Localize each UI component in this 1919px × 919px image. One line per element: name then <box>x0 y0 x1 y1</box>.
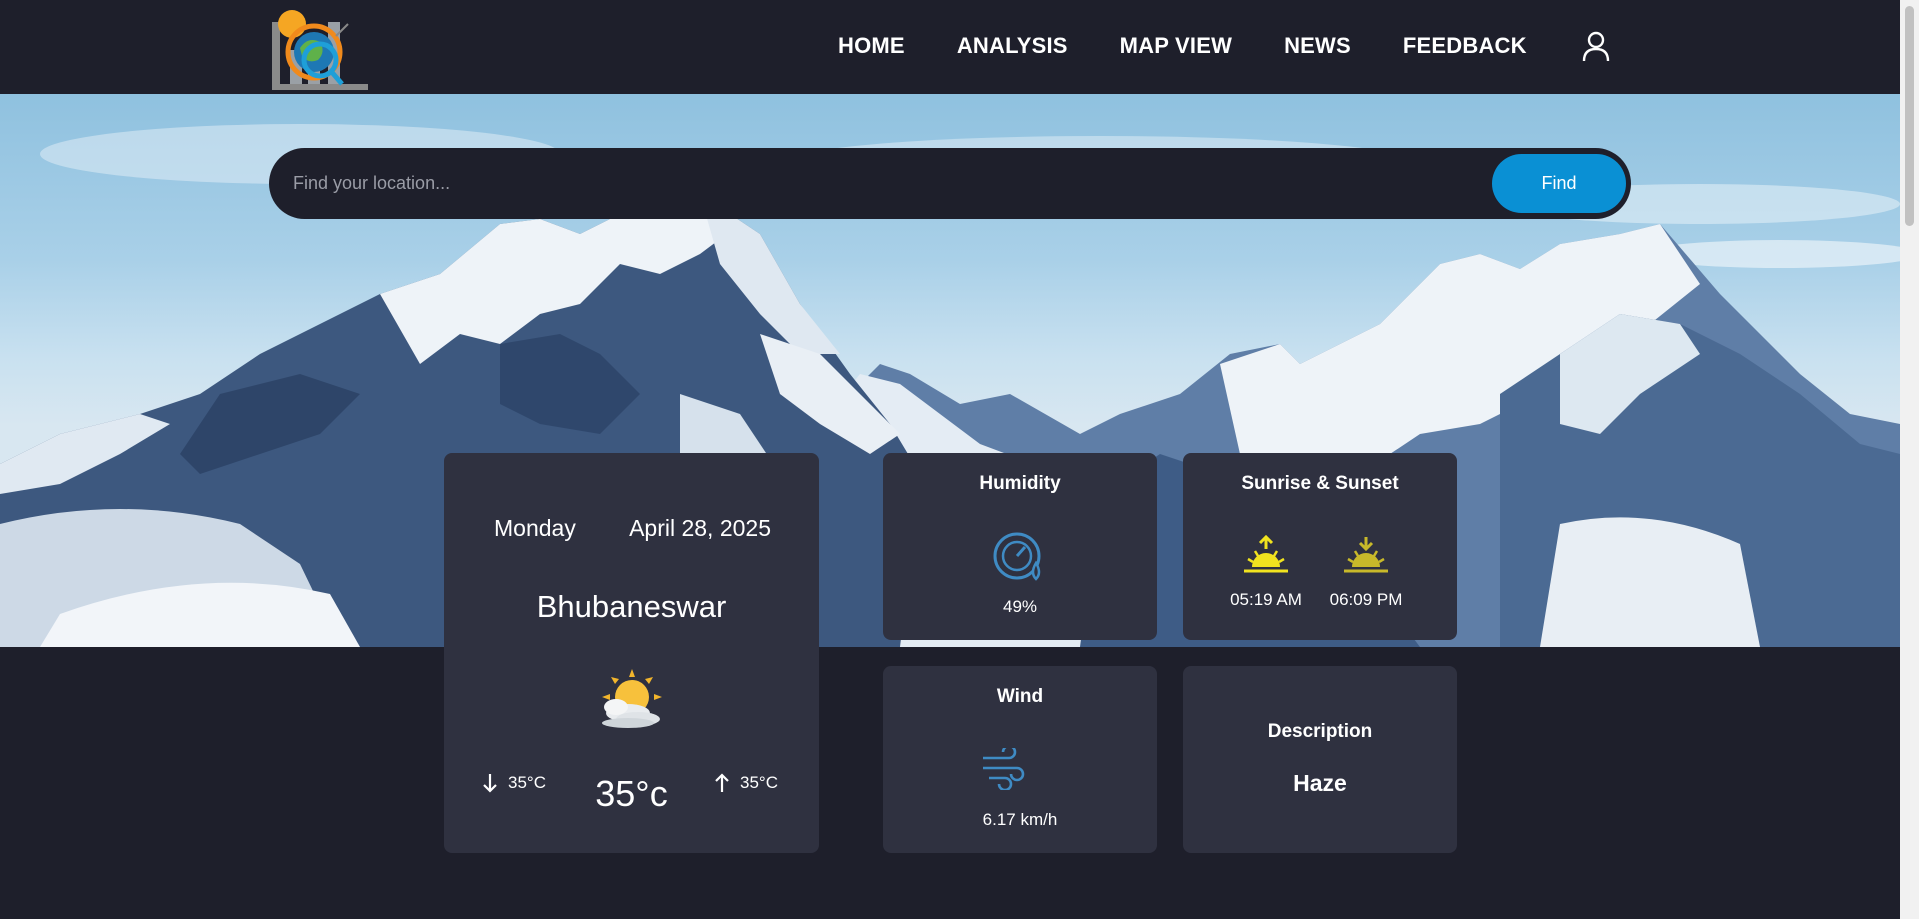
partly-cloudy-sun-icon <box>602 669 662 728</box>
weekday: Monday <box>494 515 576 541</box>
description-card: Description Haze <box>1183 666 1457 853</box>
page-scrollbar[interactable] <box>1900 0 1919 919</box>
app-logo[interactable] <box>268 4 372 92</box>
current-date: April 28, 2025 <box>629 515 771 541</box>
location-search-input[interactable] <box>293 168 1493 198</box>
sunset-icon <box>1344 537 1388 573</box>
sunrise: 05:19 AM <box>1221 534 1311 610</box>
humidity-title: Humidity <box>979 473 1061 494</box>
sunrise-sunset-title: Sunrise & Sunset <box>1241 473 1399 494</box>
user-profile-icon[interactable] <box>1581 30 1611 62</box>
find-button[interactable]: Find <box>1492 154 1626 213</box>
nav-map-view[interactable]: MAP VIEW <box>1120 33 1232 59</box>
description-title: Description <box>1267 721 1373 742</box>
sunrise-icon <box>1244 534 1288 573</box>
city-name: Bhubaneswar <box>536 589 727 624</box>
humidity-gauge-icon <box>993 532 1041 581</box>
humidity-card: Humidity 49% <box>883 453 1157 640</box>
sunset-time: 06:09 PM <box>1329 590 1403 609</box>
wind-title: Wind <box>996 686 1044 707</box>
temp-max: 35°C <box>714 773 778 793</box>
humidity-value: 49% <box>1002 597 1038 616</box>
sunrise-time: 05:19 AM <box>1230 590 1302 609</box>
sunrise-sunset-card: Sunrise & Sunset 05:19 AM 06:09 PM <box>1183 453 1457 640</box>
nav-home[interactable]: HOME <box>838 33 905 59</box>
scrollbar-thumb[interactable] <box>1905 6 1914 226</box>
temp-max-value: 35°C <box>740 773 778 792</box>
description-value: Haze <box>1293 770 1347 796</box>
navbar: HOME ANALYSIS MAP VIEW NEWS FEEDBACK <box>0 0 1900 94</box>
nav-links: HOME ANALYSIS MAP VIEW NEWS FEEDBACK <box>838 30 1611 62</box>
wind-card: Wind 6.17 km/h <box>883 666 1157 853</box>
arrow-up-icon <box>715 773 729 792</box>
current-weather-card: Monday April 28, 2025 Bhubaneswar 35°C 3… <box>444 453 819 853</box>
sunset: 06:09 PM <box>1321 535 1411 610</box>
nav-news[interactable]: NEWS <box>1284 33 1351 59</box>
nav-feedback[interactable]: FEEDBACK <box>1403 33 1527 59</box>
nav-analysis[interactable]: ANALYSIS <box>957 33 1068 59</box>
wind-speed: 6.17 km/h <box>982 810 1058 829</box>
search-bar: Find <box>269 148 1631 219</box>
wind-icon <box>983 748 1025 790</box>
